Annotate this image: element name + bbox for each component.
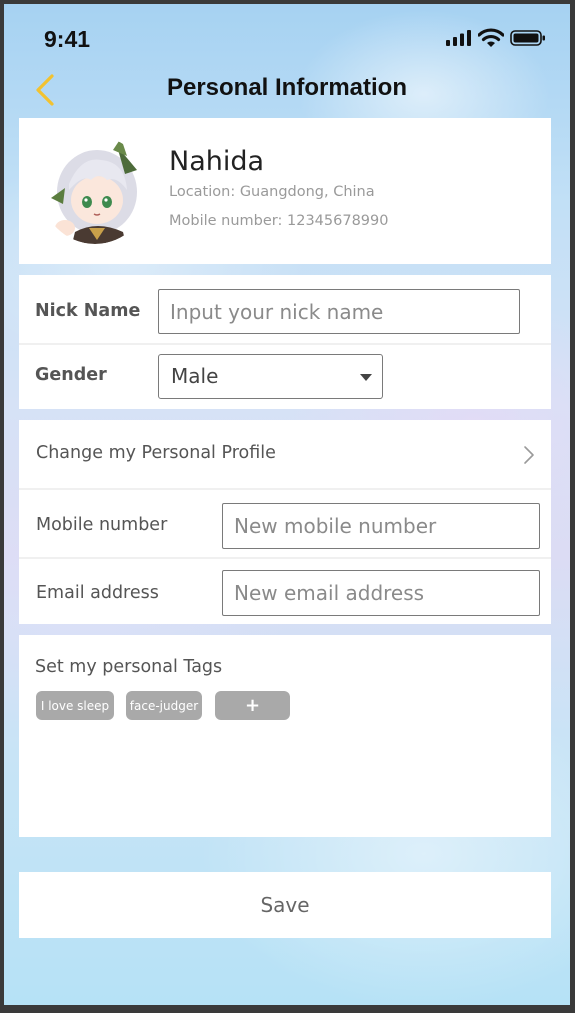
- profile-mobile: Mobile number: 12345678990: [169, 213, 389, 229]
- tag-chip[interactable]: I love sleep: [36, 691, 114, 720]
- divider: [19, 488, 551, 490]
- wifi-icon: [478, 28, 504, 47]
- avatar-illustration: [41, 136, 149, 244]
- nickname-input[interactable]: [158, 289, 520, 334]
- contact-card: Change my Personal Profile Mobile number…: [19, 420, 551, 624]
- status-time: 9:41: [44, 26, 91, 52]
- divider: [19, 343, 551, 345]
- gender-select[interactable]: Male: [158, 354, 383, 399]
- change-profile-link[interactable]: Change my Personal Profile: [19, 420, 551, 488]
- tags-title: Set my personal Tags: [35, 657, 223, 677]
- basic-info-card: Nick Name Gender Male: [19, 275, 551, 409]
- app-screen: 9:41 Personal Information Nahida Locatio…: [4, 4, 570, 1005]
- save-label: Save: [260, 893, 310, 917]
- profile-card: Nahida Location: Guangdong, China Mobile…: [19, 118, 551, 264]
- nickname-label: Nick Name: [35, 301, 141, 321]
- email-input[interactable]: [222, 570, 540, 616]
- add-tag-button[interactable]: +: [215, 691, 290, 720]
- signal-icon: [446, 30, 471, 46]
- save-button[interactable]: Save: [19, 872, 551, 938]
- profile-name: Nahida: [169, 146, 265, 177]
- avatar[interactable]: [41, 136, 149, 244]
- nav-header: Personal Information: [4, 66, 570, 112]
- status-bar: 9:41: [4, 4, 570, 72]
- divider: [19, 557, 551, 559]
- gender-label: Gender: [35, 365, 107, 385]
- email-label: Email address: [36, 583, 159, 603]
- battery-icon: [510, 30, 545, 46]
- mobile-input[interactable]: [222, 503, 540, 549]
- chevron-right-icon: [524, 446, 534, 464]
- profile-location: Location: Guangdong, China: [169, 184, 375, 200]
- page-title: Personal Information: [166, 74, 408, 101]
- gender-selected-value: Male: [171, 364, 219, 388]
- tags-card: Set my personal Tags I love sleep face-j…: [19, 635, 551, 837]
- change-profile-label: Change my Personal Profile: [36, 443, 276, 463]
- caret-down-icon: [360, 374, 372, 381]
- mobile-label: Mobile number: [36, 515, 168, 535]
- tag-chip[interactable]: face-judger: [126, 691, 202, 720]
